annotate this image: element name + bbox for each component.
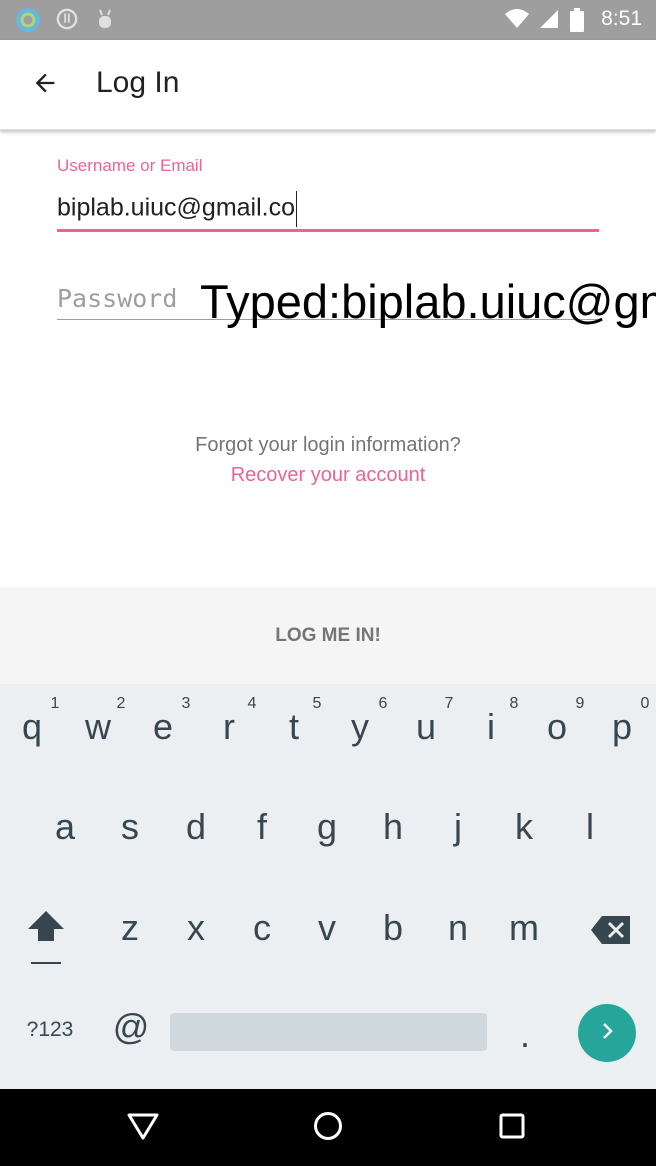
period-key[interactable]: . — [500, 1014, 550, 1056]
key-letter: k — [515, 806, 533, 847]
key-e[interactable]: e3 — [131, 684, 195, 780]
backspace-icon — [590, 915, 632, 950]
wifi-icon — [504, 8, 529, 32]
key-n[interactable]: n — [426, 885, 490, 981]
key-a[interactable]: a — [33, 784, 97, 880]
cellular-signal-icon — [538, 8, 562, 32]
key-i[interactable]: i8 — [459, 684, 523, 780]
key-k[interactable]: k — [492, 784, 556, 880]
key-letter: s — [121, 806, 139, 847]
key-z[interactable]: z — [98, 885, 162, 981]
key-letter: j — [454, 806, 462, 847]
key-digit: 4 — [247, 695, 257, 712]
text-cursor — [296, 191, 298, 227]
back-triangle-icon — [126, 1111, 160, 1146]
key-letter: z — [121, 907, 139, 948]
key-v[interactable]: v — [295, 885, 359, 981]
key-c[interactable]: c — [230, 885, 294, 981]
key-letter: n — [447, 907, 469, 948]
navigation-bar — [0, 1089, 656, 1166]
ring-app-icon — [16, 8, 40, 32]
nav-home-button[interactable] — [307, 1107, 349, 1149]
shift-indicator-line — [31, 962, 61, 964]
backspace-key[interactable] — [586, 912, 636, 952]
key-s[interactable]: s — [98, 784, 162, 880]
key-digit: 1 — [50, 695, 60, 712]
key-l[interactable]: l — [558, 784, 622, 880]
forgot-login-text: Forgot your login information? — [195, 434, 461, 456]
key-j[interactable]: j — [426, 784, 490, 880]
key-y[interactable]: y6 — [328, 684, 392, 780]
key-letter: m — [509, 907, 539, 948]
key-digit: 2 — [116, 695, 126, 712]
key-letter: c — [253, 907, 271, 948]
typed-overlay-text: Typed:biplab.uiuc@gmail.co — [200, 275, 656, 328]
at-key[interactable]: @ — [102, 1006, 160, 1056]
key-letter: d — [185, 806, 207, 847]
key-x[interactable]: x — [164, 885, 228, 981]
android-debug-icon — [94, 8, 118, 32]
space-bar[interactable] — [170, 1013, 487, 1051]
key-letter: a — [54, 806, 76, 847]
key-w[interactable]: w2 — [66, 684, 130, 780]
symbols-key[interactable]: ?123 — [10, 1018, 90, 1042]
key-digit: 6 — [378, 695, 388, 712]
recents-square-icon — [497, 1111, 527, 1146]
key-t[interactable]: t5 — [262, 684, 326, 780]
key-letter: x — [187, 907, 205, 948]
nav-recents-button[interactable] — [491, 1107, 533, 1149]
login-button-band: LOG ME IN! — [0, 587, 656, 684]
key-q[interactable]: q1 — [0, 684, 64, 780]
back-button[interactable] — [22, 62, 68, 108]
username-value: biplab.uiuc@gmail.co — [57, 193, 296, 222]
username-underline — [57, 229, 599, 232]
shift-arrow-icon — [26, 909, 66, 948]
key-digit: 0 — [640, 695, 650, 712]
app-bar: Log In — [0, 40, 656, 130]
nav-back-button[interactable] — [122, 1107, 164, 1149]
key-o[interactable]: o9 — [525, 684, 589, 780]
key-g[interactable]: g — [295, 784, 359, 880]
soft-keyboard: q1 w2 e3 r4 t5 y6 u7 i8 o9 p0 a s d f g … — [0, 684, 656, 1089]
recover-account-link[interactable]: Recover your account — [0, 464, 656, 487]
home-circle-icon — [312, 1110, 344, 1147]
key-digit: 9 — [575, 695, 585, 712]
username-field[interactable]: biplab.uiuc@gmail.co — [57, 191, 298, 227]
key-letter: g — [316, 806, 338, 847]
login-button[interactable]: LOG ME IN! — [0, 587, 656, 684]
key-digit: 8 — [509, 695, 519, 712]
battery-icon — [570, 8, 584, 32]
page-title: Log In — [96, 66, 180, 99]
status-bar: 8:51 — [0, 0, 656, 40]
arrow-back-icon — [31, 69, 59, 102]
key-letter: l — [586, 806, 594, 847]
key-h[interactable]: h — [361, 784, 425, 880]
key-digit: 7 — [444, 695, 454, 712]
key-d[interactable]: d — [164, 784, 228, 880]
key-r[interactable]: r4 — [197, 684, 261, 780]
shift-key[interactable] — [20, 909, 72, 969]
key-p[interactable]: p0 — [590, 684, 654, 780]
go-key[interactable] — [578, 1004, 636, 1062]
key-digit: 5 — [312, 695, 322, 712]
key-u[interactable]: u7 — [394, 684, 458, 780]
download-status-icon — [56, 8, 80, 32]
key-b[interactable]: b — [361, 885, 425, 981]
key-f[interactable]: f — [230, 784, 294, 880]
key-letter: f — [256, 806, 267, 847]
key-letter: h — [382, 806, 404, 847]
key-letter: v — [318, 907, 336, 948]
username-label: Username or Email — [57, 156, 203, 175]
chevron-right-icon — [595, 1019, 619, 1048]
status-time: 8:51 — [601, 7, 642, 30]
key-m[interactable]: m — [492, 885, 556, 981]
key-digit: 3 — [181, 695, 191, 712]
key-letter: b — [382, 907, 404, 948]
